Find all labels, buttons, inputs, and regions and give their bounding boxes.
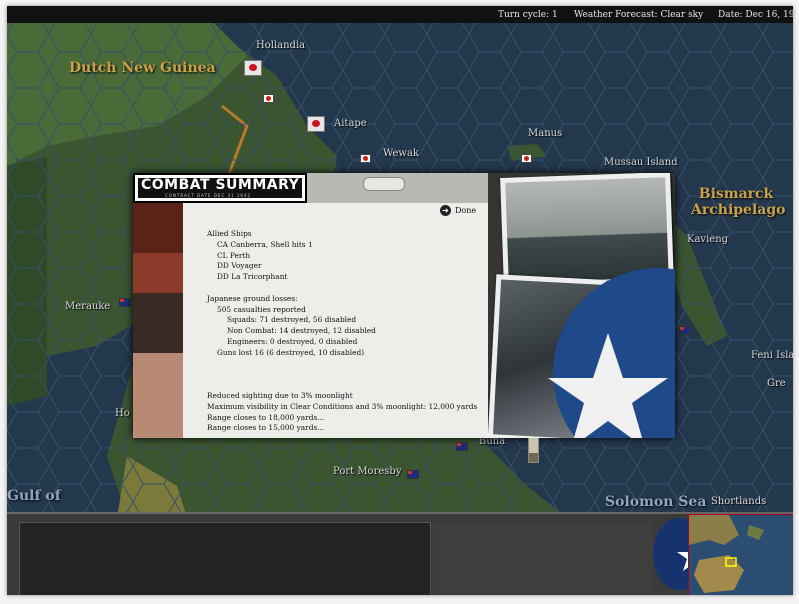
clipboard-clip — [303, 173, 493, 203]
info-panel-secondary — [433, 522, 653, 594]
place-hollandia: Hollandia — [256, 40, 306, 51]
region-bismarck: Bismarck Archipelago — [691, 186, 786, 218]
report-line: Allied Ships — [207, 229, 252, 238]
place-aitape: Aitape — [334, 118, 367, 129]
report-paper: Allied Ships CA Canberra, Shell hits 1 CL … — [183, 203, 539, 463]
region-solomon-sea: Solomon Sea — [605, 494, 707, 510]
report-line: Engineers: 0 destroyed, 0 disabled — [227, 336, 358, 346]
info-panel — [19, 522, 431, 595]
weather-forecast: Weather Forecast: Clear sky — [574, 10, 704, 20]
report-line — [197, 369, 527, 380]
place-manus: Manus — [528, 128, 563, 139]
arrow-right-icon: ➜ — [440, 204, 451, 216]
turn-cycle: Turn cycle: 1 — [498, 10, 558, 20]
report-line: Non Combat: 14 destroyed, 12 disabled — [227, 326, 376, 336]
game-window: Dutch New Guinea Bismarck Archipelago So… — [7, 6, 793, 595]
japanese-unit-icon[interactable] — [263, 94, 274, 103]
report-line: Squads: 71 destroyed, 56 disabled — [227, 315, 357, 325]
report-line: Maximum visibility in Clear Conditions a… — [207, 401, 478, 411]
report-line — [197, 283, 527, 294]
report-line: Japanese ground losses: — [207, 293, 298, 303]
allied-unit-icon[interactable] — [407, 470, 419, 479]
report-line: 505 casualties reported — [217, 304, 306, 314]
region-gulf: Gulf of — [7, 488, 61, 504]
combat-report-text: Allied Ships CA Canberra, Shell hits 1 CL … — [197, 229, 527, 432]
place-kavieng: Kavieng — [687, 234, 729, 245]
report-line: CL Perth — [217, 250, 251, 260]
report-line: Range closes to 15,000 yards... — [207, 423, 325, 433]
scroll-down-icon[interactable] — [529, 453, 538, 462]
region-dutch-new-guinea: Dutch New Guinea — [69, 60, 216, 76]
report-line: DD Voyager — [217, 261, 262, 271]
photo-collage — [488, 173, 675, 438]
report-line: Reduced sighting due to 3% moonlight — [207, 390, 353, 400]
place-shortlands: Shortlands — [711, 496, 767, 507]
allied-unit-icon[interactable] — [679, 326, 691, 335]
japanese-unit-icon[interactable] — [360, 154, 371, 163]
place-gre: Gre — [767, 378, 786, 389]
place-mussau: Mussau Island — [604, 157, 678, 168]
game-date: Date: Dec 16, 1941 — [718, 10, 793, 20]
report-line — [197, 380, 527, 391]
minimap[interactable] — [688, 514, 793, 595]
place-wewak: Wewak — [383, 148, 419, 159]
report-line — [197, 359, 527, 370]
done-button[interactable]: ➜ Done — [440, 203, 476, 217]
airbase-aitape-icon[interactable] — [307, 116, 325, 132]
battleship-photo-left — [133, 203, 183, 438]
report-line: DD La Tricorphant — [217, 272, 288, 282]
combat-summary-dialog: Allied Ships CA Canberra, Shell hits 1 CL … — [133, 173, 675, 463]
report-line: Guns lost 16 (6 destroyed, 10 disabled) — [217, 347, 365, 357]
allied-unit-icon[interactable] — [456, 442, 468, 451]
place-ho: Ho — [115, 408, 130, 419]
airbase-hollandia-icon[interactable] — [244, 60, 262, 76]
dialog-title: COMBAT SUMMARY — [141, 177, 300, 193]
place-port-moresby: Port Moresby — [333, 466, 402, 477]
allied-unit-icon[interactable] — [119, 298, 131, 307]
allied-star-roundel-icon — [548, 268, 675, 438]
dialog-subtitle: CONTRACT DATE DEC 31 1942 — [165, 193, 252, 198]
japanese-unit-icon[interactable] — [521, 154, 532, 163]
done-label: Done — [455, 205, 477, 215]
dialog-title-badge: COMBAT SUMMARY CONTRACT DATE DEC 31 1942 — [133, 173, 307, 203]
report-line: CA Canberra, Shell hits 1 — [217, 239, 313, 249]
place-feni: Feni Isla — [751, 350, 793, 361]
report-line: Range closes to 18,000 yards... — [207, 412, 325, 422]
place-merauke: Merauke — [65, 301, 111, 312]
status-bar: Turn cycle: 1 Weather Forecast: Clear sk… — [7, 6, 793, 23]
